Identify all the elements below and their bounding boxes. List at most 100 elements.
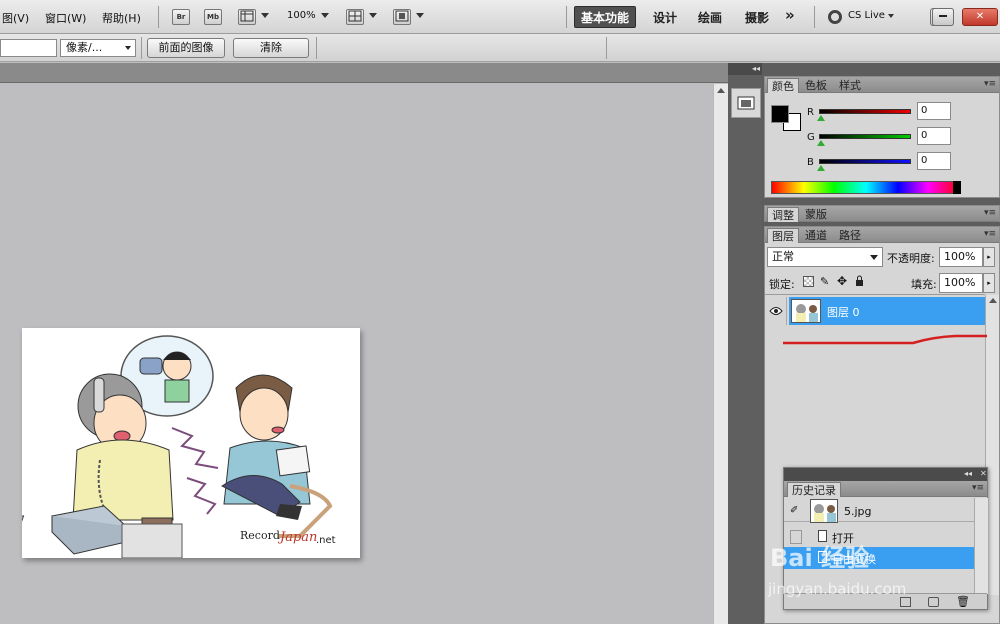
minibridge-button[interactable]: Mb (204, 9, 222, 25)
workspace-design-button[interactable]: 设计 (653, 9, 677, 26)
close-icon[interactable]: ✕ (980, 469, 987, 478)
cs-live-button[interactable]: CS Live (848, 10, 885, 21)
tab-masks[interactable]: 蒙版 (801, 207, 831, 222)
chevron-down-icon (125, 46, 131, 50)
foreground-color-swatch[interactable] (771, 105, 789, 123)
blue-slider[interactable] (819, 159, 911, 164)
opacity-label: 不透明度: (887, 252, 935, 265)
menu-separator (158, 6, 159, 28)
lock-pixels-icon[interactable]: ✎ (820, 275, 829, 288)
tab-color[interactable]: 颜色 (767, 78, 799, 93)
options-separator (606, 37, 607, 59)
fill-input[interactable]: 100% (939, 273, 983, 293)
fill-slider-arrow-icon[interactable]: ▸ (983, 273, 995, 293)
color-panel-tabs: 颜色 色板 样式 ▾≡ (765, 77, 999, 93)
trash-icon[interactable]: 🗑 (956, 595, 970, 608)
menu-separator (814, 6, 815, 28)
more-workspaces-icon[interactable]: » (785, 6, 795, 24)
baidu-watermark-url: jingyan.baidu.com (768, 580, 907, 598)
red-channel-label: R (807, 107, 814, 118)
workspace-essentials-button[interactable]: 基本功能 (574, 6, 636, 28)
history-scrollbar[interactable] (974, 498, 988, 594)
lock-transparency-icon[interactable] (803, 276, 814, 287)
green-slider-handle[interactable] (817, 140, 825, 146)
options-separator (316, 37, 317, 59)
menu-window[interactable]: 窗口(W) (45, 10, 86, 26)
document-tab-bar (0, 63, 728, 83)
tab-styles[interactable]: 样式 (835, 78, 865, 93)
arrange-documents-icon[interactable] (346, 9, 364, 25)
close-button[interactable]: ✕ (962, 8, 998, 26)
blend-mode-select[interactable]: 正常 (767, 247, 883, 267)
layer-row-layer0[interactable]: 图层 0 (789, 297, 985, 325)
credit-text: Record (240, 529, 280, 542)
minimize-icon[interactable] (932, 8, 954, 26)
collapse-icon[interactable]: ◂◂ (752, 64, 760, 73)
menu-view[interactable]: 图(V) (2, 10, 29, 26)
red-slider[interactable] (819, 109, 911, 114)
tab-swatches[interactable]: 色板 (801, 78, 831, 93)
tab-adjustments[interactable]: 调整 (767, 207, 799, 222)
unit-select-value: 像素/... (66, 41, 103, 54)
panel-menu-icon[interactable]: ▾≡ (972, 483, 984, 493)
panel-menu-icon[interactable]: ▾≡ (984, 79, 996, 89)
menu-help[interactable]: 帮助(H) (102, 10, 141, 26)
tab-paths[interactable]: 路径 (835, 228, 865, 243)
fill-label: 填充: (911, 278, 937, 291)
lock-position-icon[interactable]: ✥ (837, 274, 847, 288)
front-image-button[interactable]: 前面的图像 (147, 38, 225, 58)
history-panel-toggle-icon[interactable] (731, 88, 761, 118)
chevron-down-icon[interactable] (416, 13, 424, 18)
resolution-input[interactable] (0, 39, 57, 57)
collapse-icon[interactable]: ◂◂ (964, 469, 972, 478)
snapshot-name: 5.jpg (844, 505, 872, 518)
menu-separator (566, 6, 567, 28)
panel-menu-icon[interactable]: ▾≡ (984, 229, 996, 239)
clear-button[interactable]: 清除 (233, 38, 309, 58)
opacity-slider-arrow-icon[interactable]: ▸ (983, 247, 995, 267)
chevron-down-icon (870, 255, 878, 260)
new-document-from-state-icon[interactable] (900, 597, 911, 607)
color-spectrum-bar[interactable] (771, 181, 961, 194)
document-vertical-scrollbar[interactable] (713, 84, 728, 624)
lock-all-icon[interactable] (855, 275, 864, 286)
chevron-down-icon[interactable] (261, 13, 269, 18)
chevron-down-icon[interactable] (321, 13, 329, 18)
workspace-photography-button[interactable]: 摄影 (745, 9, 769, 26)
blue-slider-handle[interactable] (817, 165, 825, 171)
zoom-level[interactable]: 100% (287, 10, 316, 21)
menu-bar: 图(V) 窗口(W) 帮助(H) Br Mb 100% 基本功能 设计 绘画 摄… (0, 0, 1000, 34)
history-brush-source-icon[interactable]: ✐ (790, 505, 798, 516)
green-slider[interactable] (819, 134, 911, 139)
red-slider-handle[interactable] (817, 115, 825, 121)
workspace-painting-button[interactable]: 绘画 (698, 9, 722, 26)
new-snapshot-icon[interactable] (928, 597, 939, 607)
tab-channels[interactable]: 通道 (801, 228, 831, 243)
extras-grid-icon[interactable] (238, 9, 256, 25)
history-snapshot-row[interactable]: ✐ 5.jpg (784, 499, 974, 523)
chevron-down-icon[interactable] (369, 13, 377, 18)
lock-label: 锁定: (769, 278, 795, 291)
tab-history[interactable]: 历史记录 (787, 482, 841, 497)
blue-value-input[interactable]: 0 (917, 152, 951, 170)
chevron-down-icon[interactable] (888, 14, 894, 18)
layer-visibility-eye-icon[interactable] (767, 297, 787, 325)
bridge-button[interactable]: Br (172, 9, 190, 25)
green-value-input[interactable]: 0 (917, 127, 951, 145)
red-value-input[interactable]: 0 (917, 102, 951, 120)
panel-menu-icon[interactable]: ▾≡ (984, 208, 996, 218)
layers-divider (765, 294, 985, 295)
screen-mode-icon[interactable] (393, 9, 411, 25)
history-panel-tabs: 历史记录 ▾≡ (784, 481, 987, 497)
scroll-up-icon[interactable] (717, 88, 725, 93)
cs-live-icon[interactable] (828, 10, 842, 24)
collapsed-dock-strip (728, 63, 762, 624)
snapshot-thumbnail (810, 499, 838, 523)
unit-select[interactable]: 像素/... (60, 39, 136, 57)
opacity-input[interactable]: 100% (939, 247, 983, 267)
spectrum-black[interactable] (953, 181, 961, 194)
image-canvas[interactable]: Record Japan .net (22, 328, 360, 558)
scroll-up-icon[interactable] (989, 298, 997, 303)
cartoon-illustration: Record Japan .net (22, 335, 336, 558)
tab-layers[interactable]: 图层 (767, 228, 799, 243)
